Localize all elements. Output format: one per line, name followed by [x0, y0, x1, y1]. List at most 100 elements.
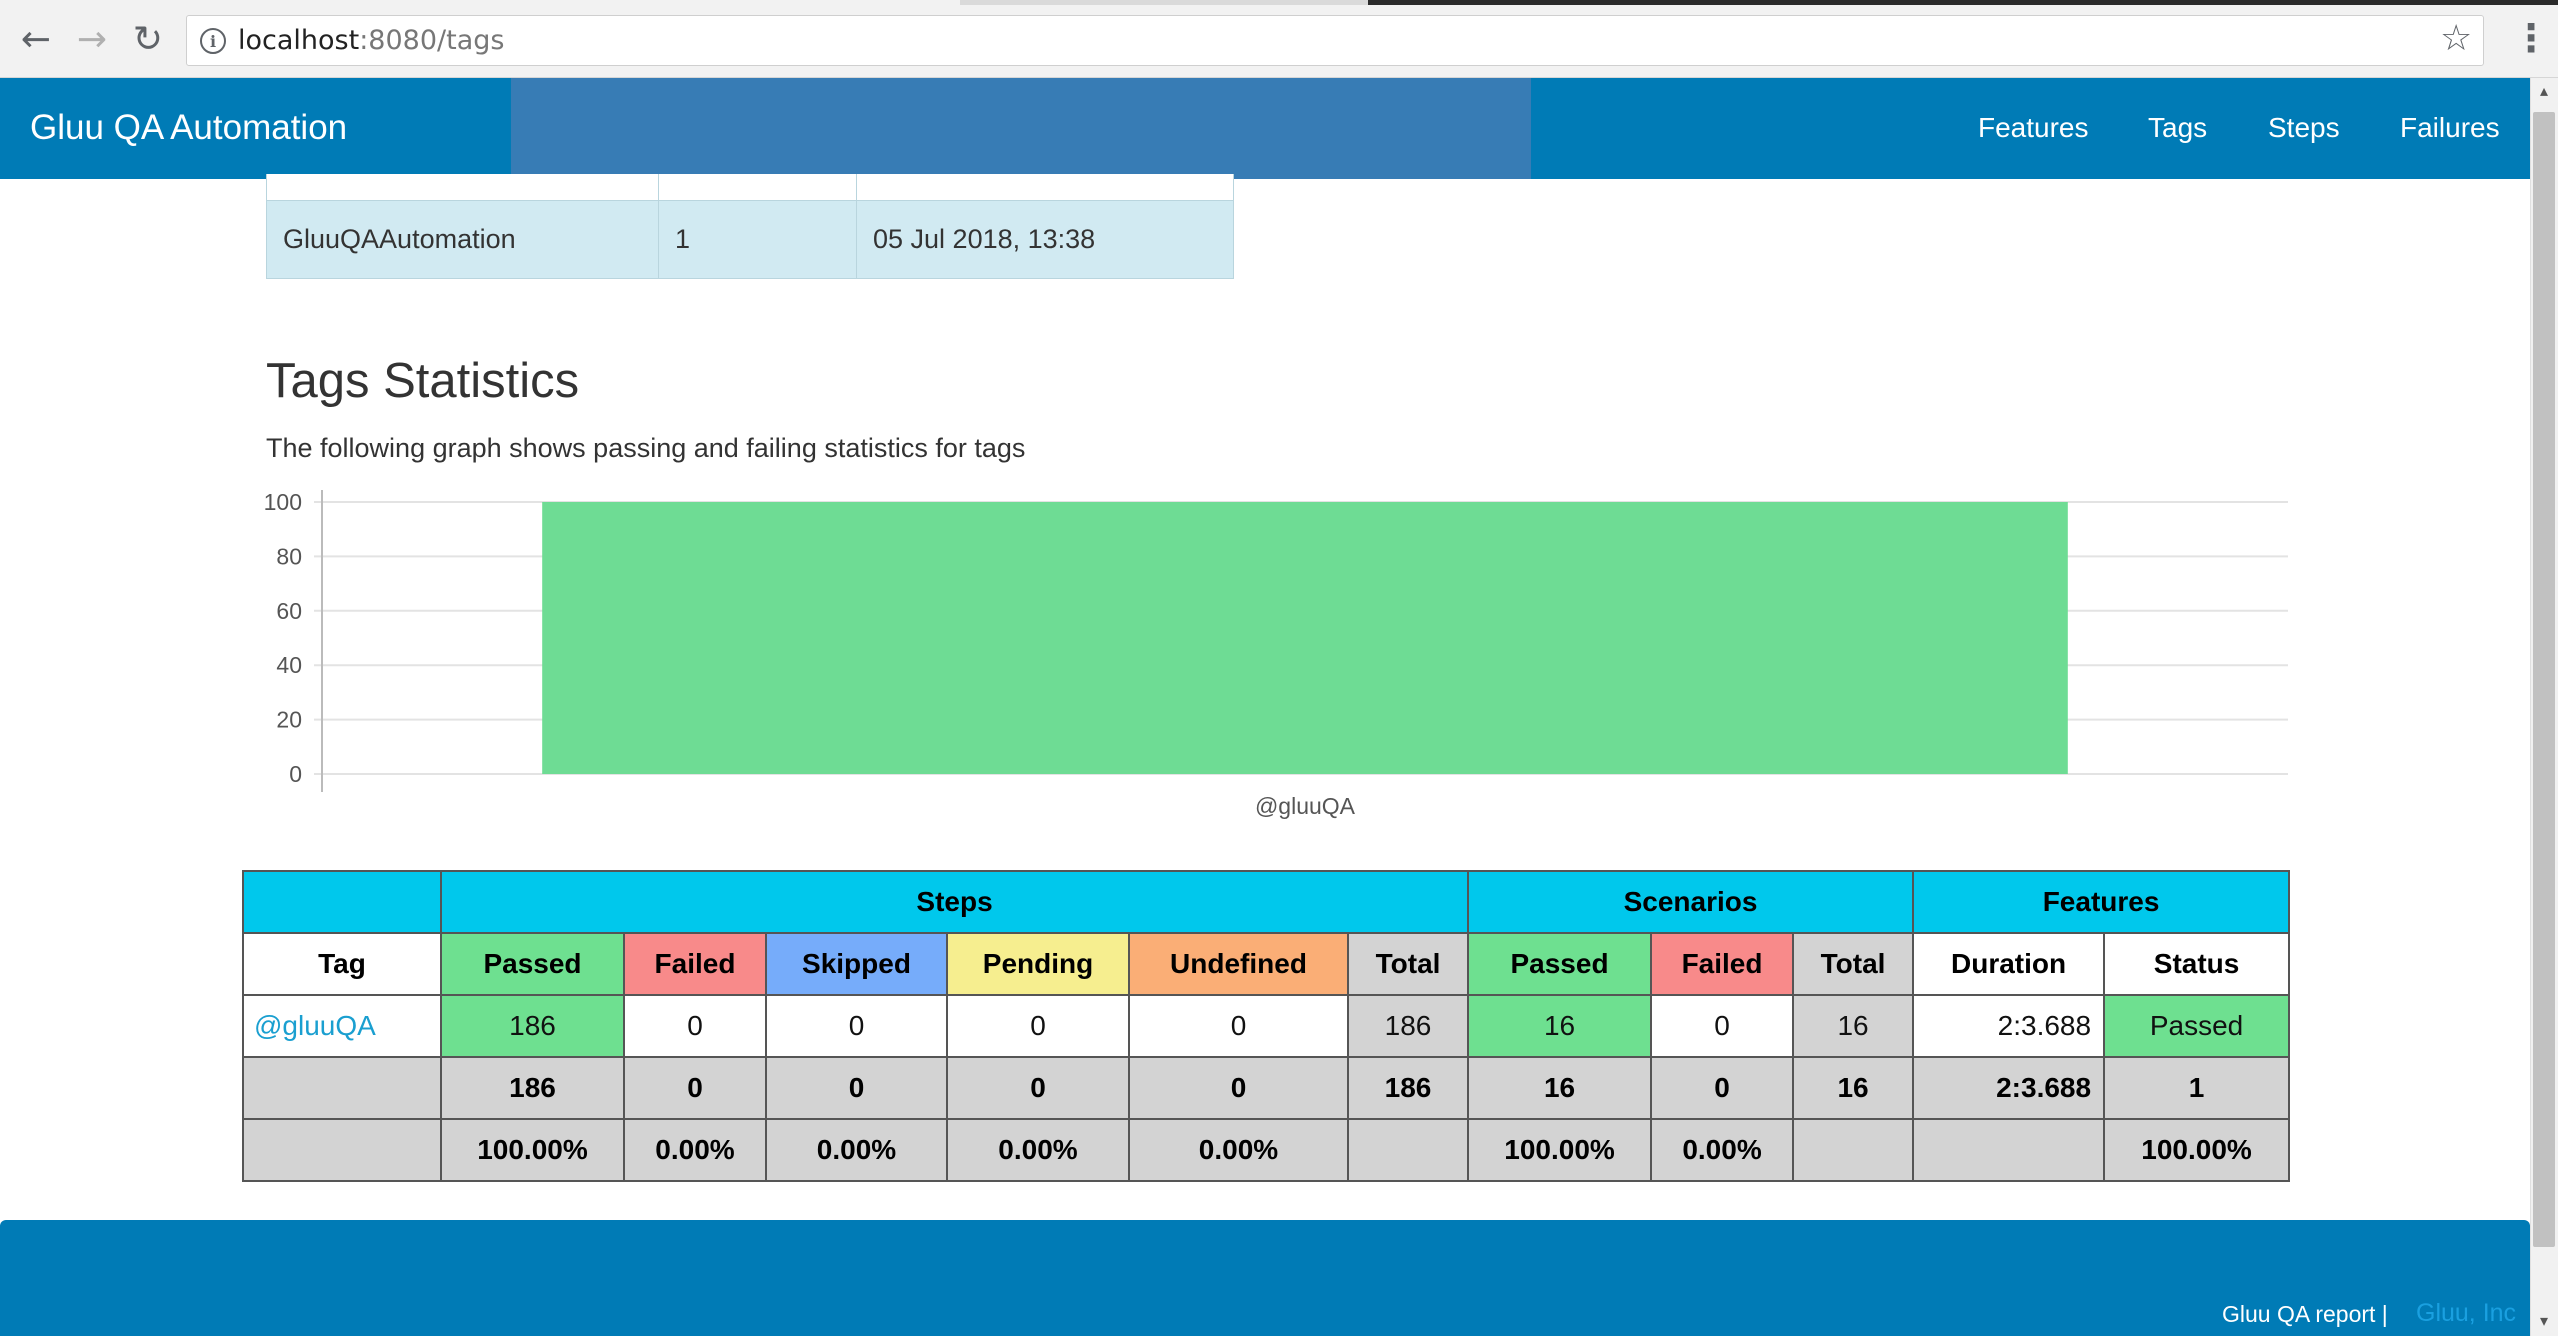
report-date: 05 Jul 2018, 13:38 — [856, 199, 1234, 279]
page-title: Tags Statistics — [266, 354, 580, 408]
nav-link-steps[interactable]: Steps — [2268, 111, 2340, 145]
table-row: GluuQAAutomation 1 05 Jul 2018, 13:38 — [266, 199, 1234, 279]
scenarios-failed-cell: 0 — [1650, 994, 1795, 1058]
percent-steps-failed: 0.00% — [623, 1118, 767, 1182]
total-duration: 2:3.688 — [1912, 1056, 2106, 1120]
total-scenarios-total: 16 — [1792, 1056, 1915, 1120]
percent-duration — [1912, 1118, 2106, 1182]
tags-bar-chart: 0 20 40 60 80 100 @gluuQA — [264, 489, 2288, 819]
reload-icon[interactable]: ↻ — [126, 18, 170, 62]
tag-link[interactable]: @gluuQA — [242, 994, 442, 1058]
page-footer — [0, 1220, 2530, 1336]
table-cell — [266, 174, 659, 201]
y-tick-label: 20 — [276, 707, 302, 733]
total-steps-undefined: 0 — [1128, 1056, 1349, 1120]
y-tick-label: 100 — [264, 489, 302, 515]
report-build-number: 1 — [658, 199, 857, 279]
total-steps-pending: 0 — [946, 1056, 1130, 1120]
table-column-header-row: Tag Passed Failed Skipped Pending Undefi… — [242, 932, 2291, 996]
table-group-header-row: Steps Scenarios Features — [242, 870, 2291, 934]
totals-row: 186 0 0 0 0 186 16 0 16 2:3.688 1 — [242, 1056, 2291, 1120]
percentages-row: 100.00% 0.00% 0.00% 0.00% 0.00% 100.00% … — [242, 1118, 2291, 1182]
col-header-status[interactable]: Status — [2103, 932, 2291, 996]
back-arrow-icon[interactable]: ← — [14, 18, 58, 62]
y-axis-ticks: 0 20 40 60 80 100 — [264, 489, 302, 787]
table-cell — [856, 174, 1234, 201]
col-header-steps-skipped[interactable]: Skipped — [765, 932, 948, 996]
percent-scenarios-failed: 0.00% — [1650, 1118, 1795, 1182]
footer-text: Gluu QA report | — [2222, 1301, 2388, 1327]
site-info-icon[interactable]: i — [200, 28, 226, 54]
group-header-steps: Steps — [439, 870, 1470, 934]
total-steps-failed: 0 — [623, 1056, 767, 1120]
percent-scenarios-total — [1792, 1118, 1915, 1182]
scroll-up-icon[interactable]: ▴ — [2535, 82, 2553, 100]
steps-passed-cell: 186 — [440, 994, 625, 1058]
col-header-steps-undefined[interactable]: Undefined — [1128, 932, 1349, 996]
bar[interactable] — [542, 502, 2068, 774]
col-header-steps-passed[interactable]: Passed — [440, 932, 625, 996]
col-header-duration[interactable]: Duration — [1912, 932, 2106, 996]
navbar-hover-area — [511, 78, 1531, 179]
section-description: The following graph shows passing and fa… — [266, 433, 1026, 463]
percent-steps-total — [1346, 1118, 1470, 1182]
percent-features-passed: 100.00% — [2103, 1118, 2291, 1182]
scrollbar-thumb[interactable] — [2533, 112, 2555, 1247]
chart-bars — [542, 502, 2068, 774]
col-header-steps-pending[interactable]: Pending — [946, 932, 1130, 996]
duration-cell: 2:3.688 — [1912, 994, 2106, 1058]
steps-failed-cell: 0 — [623, 994, 767, 1058]
inactive-tab-edge[interactable] — [1368, 0, 2558, 5]
col-header-scenarios-total[interactable]: Total — [1792, 932, 1915, 996]
group-header-features: Features — [1912, 870, 2291, 934]
status-cell: Passed — [2103, 994, 2291, 1058]
report-info-table: GluuQAAutomation 1 05 Jul 2018, 13:38 — [266, 174, 1234, 279]
address-bar[interactable] — [186, 15, 2484, 66]
table-row: @gluuQA 186 0 0 0 0 186 16 0 16 2:3.688 … — [242, 994, 2291, 1058]
scroll-down-icon[interactable]: ▾ — [2535, 1312, 2553, 1330]
percent-steps-passed: 100.00% — [440, 1118, 625, 1182]
table-cell — [658, 174, 857, 201]
table-row — [266, 174, 1234, 201]
steps-pending-cell: 0 — [946, 994, 1130, 1058]
totals-label-cell — [242, 1056, 442, 1120]
group-header-empty — [242, 870, 442, 934]
nav-link-failures[interactable]: Failures — [2400, 111, 2500, 145]
col-header-tag[interactable]: Tag — [242, 932, 442, 996]
url-text[interactable]: localhost:8080/tags — [238, 22, 504, 60]
browser-menu-icon[interactable]: ⋮ — [2512, 16, 2550, 60]
col-header-steps-total[interactable]: Total — [1346, 932, 1470, 996]
scenarios-total-cell: 16 — [1792, 994, 1915, 1058]
col-header-scenarios-failed[interactable]: Failed — [1650, 932, 1795, 996]
nav-link-tags[interactable]: Tags — [2148, 111, 2207, 145]
footer-company-link[interactable]: Gluu, Inc — [2416, 1299, 2516, 1327]
percent-label-cell — [242, 1118, 442, 1182]
y-tick-label: 40 — [276, 652, 302, 678]
x-axis-labels: @gluuQA — [1255, 793, 1356, 819]
total-features: 1 — [2103, 1056, 2291, 1120]
bookmark-star-icon[interactable]: ☆ — [2440, 18, 2472, 59]
y-tick-label: 0 — [289, 761, 302, 787]
total-steps-skipped: 0 — [765, 1056, 948, 1120]
col-header-scenarios-passed[interactable]: Passed — [1467, 932, 1653, 996]
url-path: :8080/tags — [359, 25, 505, 56]
total-scenarios-failed: 0 — [1650, 1056, 1795, 1120]
report-project-name: GluuQAAutomation — [266, 199, 659, 279]
forward-arrow-icon[interactable]: → — [70, 18, 114, 62]
col-header-steps-failed[interactable]: Failed — [623, 932, 767, 996]
nav-link-features[interactable]: Features — [1978, 111, 2089, 145]
app-brand[interactable]: Gluu QA Automation — [30, 108, 347, 148]
total-scenarios-passed: 16 — [1467, 1056, 1653, 1120]
percent-steps-skipped: 0.00% — [765, 1118, 948, 1182]
group-header-scenarios: Scenarios — [1467, 870, 1915, 934]
y-tick-label: 80 — [276, 543, 302, 569]
y-tick-label: 60 — [276, 598, 302, 624]
steps-skipped-cell: 0 — [765, 994, 948, 1058]
total-steps-passed: 186 — [440, 1056, 625, 1120]
scenarios-passed-cell: 16 — [1467, 994, 1653, 1058]
percent-steps-undefined: 0.00% — [1128, 1118, 1349, 1182]
active-tab-edge[interactable] — [0, 0, 960, 5]
percent-steps-pending: 0.00% — [946, 1118, 1130, 1182]
url-host: localhost — [238, 25, 360, 56]
percent-scenarios-passed: 100.00% — [1467, 1118, 1653, 1182]
